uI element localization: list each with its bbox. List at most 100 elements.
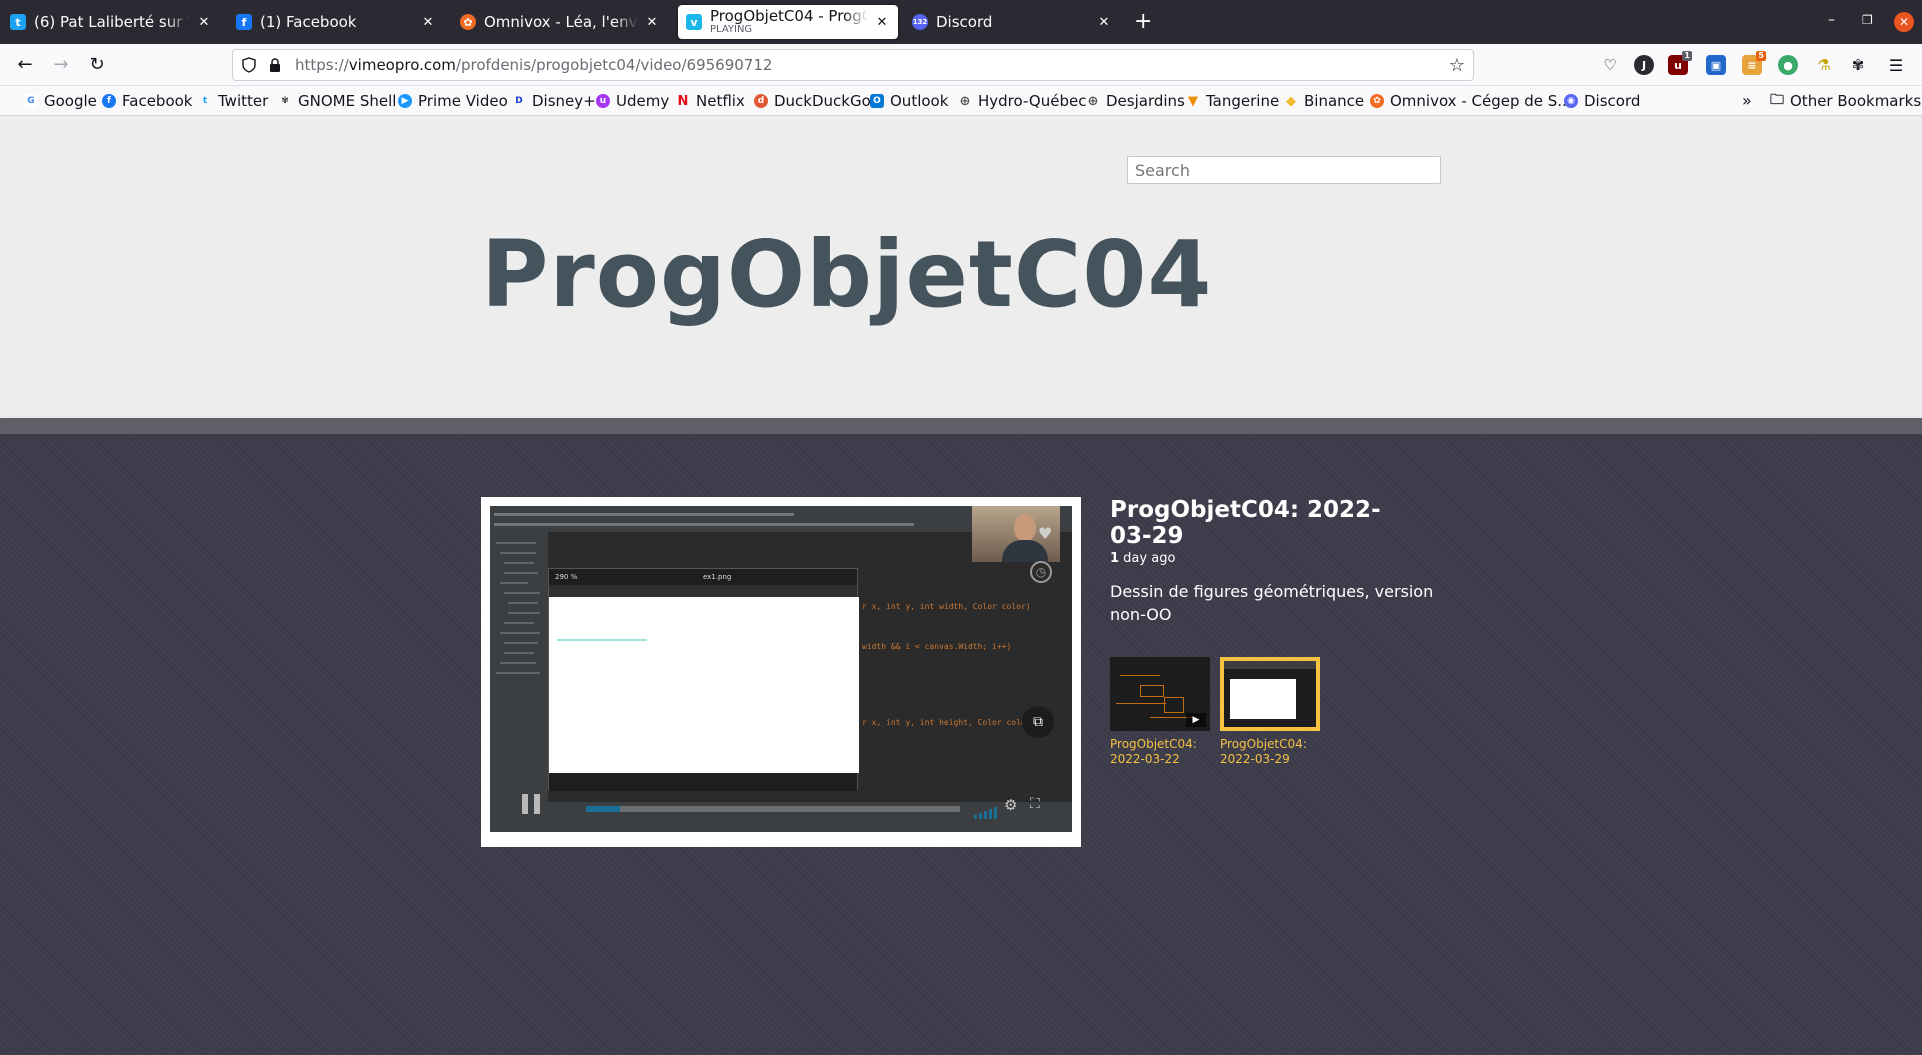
back-arrow-icon[interactable]: ← [14,54,36,76]
close-icon[interactable]: ✕ [874,15,890,30]
tracking-shield-icon[interactable] [241,57,257,73]
facebook-icon: f [236,14,252,30]
thumbnail-image-selected[interactable] [1220,657,1320,731]
bookmark-label: Google [44,92,97,110]
bookmark-disney[interactable]: D Disney+ [512,92,596,110]
url-bar[interactable]: https://vimeopro.com/profdenis/progobjet… [232,49,1474,81]
window-close-icon[interactable]: ✕ [1894,12,1914,32]
prime-video-icon: ▶ [398,94,412,108]
forward-arrow-icon[interactable]: → [50,54,72,76]
extension-green-icon[interactable]: ● [1778,55,1798,75]
picture-in-picture-icon[interactable]: ⧉ [1022,706,1054,738]
netflix-icon: N [677,93,689,109]
bookmark-desjardins[interactable]: ⊕ Desjardins [1086,92,1185,110]
bookmark-tangerine[interactable]: ▼ Tangerine [1186,92,1279,110]
thumbnail-label[interactable]: ProgObjetC04: 2022-03-29 [1220,737,1320,767]
settings-gear-icon[interactable]: ⚙ [1004,796,1017,814]
lock-icon[interactable] [267,57,283,73]
bookmark-label: Udemy [616,92,670,110]
video-player[interactable]: r x, int y, int width, Color color) widt… [490,506,1072,832]
video-ide-project-tree [490,532,548,802]
tab-title: (1) Facebook [260,13,357,31]
image-viewer-canvas [549,597,859,773]
folder-icon: 🗀 [1770,92,1784,108]
extension-blue-icon[interactable]: ▣ [1706,55,1726,75]
extension-stack-icon[interactable]: ≡ 5 [1742,51,1766,75]
bookmark-outlook[interactable]: O Outlook [870,92,948,110]
tab-strip: t (6) Pat Laliberté sur Twitt ✕ f (1) Fa… [0,0,1922,44]
url-scheme: https:// [295,56,349,74]
duckduckgo-icon: d [754,94,768,108]
video-age-count: 1 [1110,551,1120,566]
search-input[interactable] [1127,156,1441,184]
bookmark-discord[interactable]: ◉ Discord [1564,92,1640,110]
video-age-unit: day ago [1119,551,1176,566]
bookmark-label: Disney+ [532,92,596,110]
fullscreen-icon[interactable]: ⛶ [1030,796,1040,812]
outlook-icon: O [870,94,884,108]
bookmark-prime-video[interactable]: ▶ Prime Video [398,92,508,110]
video-thumbnail-2022-03-29[interactable]: ProgObjetC04: 2022-03-29 [1220,657,1320,767]
thumbnail-image[interactable]: ▶ [1110,657,1210,731]
reload-icon[interactable]: ↻ [86,54,108,76]
video-image-viewer-window: 290 % ex1.png [548,568,859,791]
bookmark-omnivox[interactable]: ✿ Omnivox - Cégep de S... [1370,92,1572,110]
video-progress-played [586,806,620,812]
restore-icon[interactable]: ❐ [1862,13,1873,27]
video-description: Dessin de figures géométriques, version … [1110,582,1434,624]
minimize-icon[interactable]: – [1828,12,1835,28]
tab-discord[interactable]: 132 Discord ✕ [904,6,1120,38]
bookmark-label: Twitter [218,92,269,110]
pocket-icon[interactable]: ♡ [1600,55,1620,75]
image-viewer-filename: ex1.png [702,573,732,581]
video-progress-bar[interactable] [586,806,960,812]
thumbnail-label[interactable]: ProgObjetC04: 2022-03-22 [1110,737,1210,767]
omnivox-icon: ✿ [1370,94,1384,108]
bookmark-hydro-quebec[interactable]: ⊕ Hydro-Québec [958,92,1087,110]
hamburger-menu-icon[interactable]: ☰ [1886,55,1906,75]
bookmark-udemy[interactable]: u Udemy [596,92,669,110]
flask-icon[interactable]: ⚗ [1814,55,1834,75]
bookmark-google[interactable]: G Google [24,92,97,110]
like-heart-icon[interactable]: ♥ [1038,524,1058,543]
close-icon[interactable]: ✕ [420,15,436,30]
url-text[interactable]: https://vimeopro.com/profdenis/progobjet… [295,56,772,74]
bookmark-label: Tangerine [1206,92,1280,110]
tab-twitter[interactable]: t (6) Pat Laliberté sur Twitt ✕ [2,6,220,38]
video-title: ProgObjetC04: 2022-03-29 [1110,497,1381,549]
discord-icon: ◉ [1564,94,1578,108]
tab-facebook[interactable]: f (1) Facebook ✕ [228,6,444,38]
close-icon[interactable]: ✕ [644,15,660,30]
bookmark-netflix[interactable]: N Netflix [676,92,745,110]
watch-later-clock-icon[interactable]: ◷ [1030,561,1052,583]
tab-omnivox[interactable]: ✿ Omnivox - Léa, l'environn ✕ [452,6,668,38]
bookmark-label: Desjardins [1106,92,1185,110]
twitter-icon: t [10,14,26,30]
volume-icon[interactable] [974,800,999,819]
discord-icon: 132 [912,14,928,30]
bookmark-facebook[interactable]: f Facebook [102,92,192,110]
bookmark-label: Discord [1584,92,1641,110]
video-thumbnail-2022-03-22[interactable]: ▶ ProgObjetC04: 2022-03-22 [1110,657,1210,767]
gnome-foot-icon[interactable]: ✾ [1848,55,1868,75]
extension-j-icon[interactable]: J [1634,55,1654,75]
new-tab-plus-icon[interactable]: + [1134,10,1152,34]
tab-vimeo[interactable]: v ProgObjetC04 - ProgObjetC04 PLAYING ✕ [678,5,898,39]
pause-icon[interactable] [522,794,540,814]
bookmark-binance[interactable]: ◆ Binance [1284,92,1364,110]
bookmark-duckduckgo[interactable]: d DuckDuckGo [754,92,871,110]
bookmark-label: DuckDuckGo [774,92,871,110]
bookmark-label: Facebook [122,92,193,110]
disney-icon: D [515,96,523,106]
bookmarks-overflow-chevron-icon[interactable]: » [1742,91,1752,110]
close-icon[interactable]: ✕ [1096,15,1112,30]
image-viewer-zoom: 290 % [555,573,578,581]
gnome-icon: ✾ [281,96,289,106]
close-icon[interactable]: ✕ [196,15,212,30]
ublock-icon[interactable]: u1 [1668,51,1692,75]
bookmark-gnome-shell[interactable]: ✾ GNOME Shell [278,92,396,110]
bookmark-twitter[interactable]: t Twitter [198,92,268,110]
video-player-frame: r x, int y, int width, Color color) widt… [481,497,1081,847]
bookmark-star-icon[interactable]: ☆ [1449,55,1465,76]
other-bookmarks[interactable]: 🗀 Other Bookmarks [1770,92,1921,110]
